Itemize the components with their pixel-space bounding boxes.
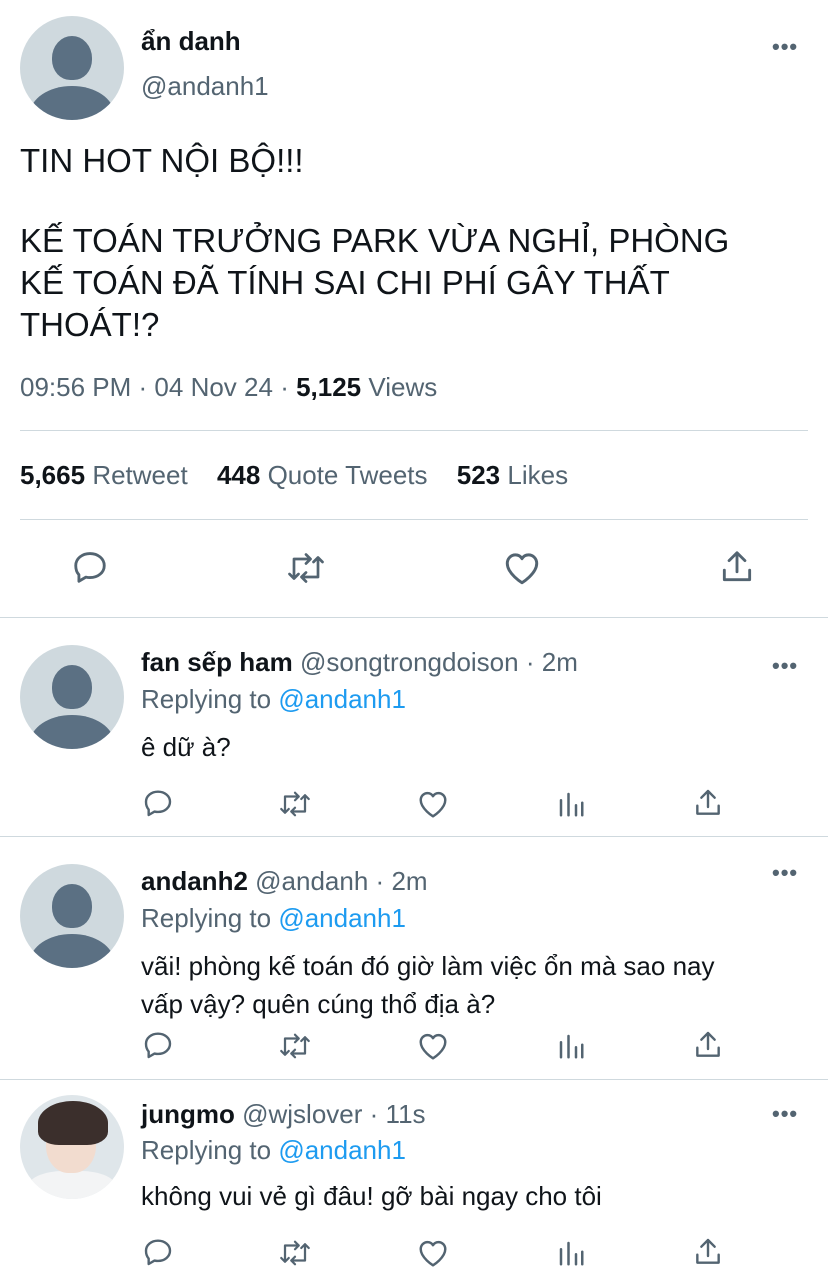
- user-handle[interactable]: @andanh: [255, 866, 368, 896]
- reply-icon[interactable]: [142, 787, 174, 819]
- retweet-icon[interactable]: [277, 1238, 313, 1268]
- tweet-date[interactable]: 04 Nov 24: [154, 372, 273, 402]
- mention-link[interactable]: @andanh1: [278, 684, 406, 714]
- tweet-text-line: TIN HOT NỘI BỘ!!!: [20, 142, 304, 179]
- more-icon[interactable]: •••: [772, 860, 798, 886]
- tweet-text-line: THOÁT!?: [20, 306, 160, 343]
- user-handle[interactable]: @wjslover: [242, 1099, 362, 1129]
- reply-text: vãi! phòng kế toán đó giờ làm việc ổn mà…: [141, 951, 715, 1019]
- reply-tweet[interactable]: jungmo @wjslover · 11s ••• Replying to @…: [0, 1079, 828, 1283]
- user-handle[interactable]: @songtrongdoison: [300, 647, 519, 677]
- reply-icon[interactable]: [71, 548, 109, 586]
- reply-tweet[interactable]: fan sếp ham @songtrongdoison · 2m ••• Re…: [0, 617, 828, 836]
- reply-time[interactable]: 11s: [386, 1099, 426, 1129]
- likes-stat[interactable]: 523 Likes: [457, 460, 568, 490]
- views-count: 5,125: [296, 372, 362, 402]
- divider: [20, 430, 808, 431]
- retweet-icon[interactable]: [285, 550, 327, 586]
- avatar[interactable]: [20, 16, 124, 120]
- share-icon[interactable]: [718, 548, 756, 586]
- display-name[interactable]: andanh2: [141, 866, 248, 896]
- main-tweet: ẩn danh @andanh1 ••• TIN HOT NỘI BỘ!!! K…: [0, 0, 828, 617]
- retweet-stat[interactable]: 5,665 Retweet: [20, 460, 188, 490]
- share-icon[interactable]: [692, 1029, 724, 1061]
- more-icon[interactable]: •••: [772, 1101, 798, 1127]
- analytics-icon[interactable]: [556, 789, 586, 819]
- reply-icon[interactable]: [142, 1236, 174, 1268]
- user-handle[interactable]: @andanh1: [141, 71, 269, 102]
- replying-to: Replying to @andanh1: [141, 903, 406, 933]
- tweet-meta: 09:56 PM · 04 Nov 24 · 5,125 Views: [20, 372, 438, 402]
- replying-to: Replying to @andanh1: [141, 684, 406, 714]
- mention-link[interactable]: @andanh1: [278, 903, 406, 933]
- more-icon[interactable]: •••: [772, 34, 798, 60]
- display-name[interactable]: ẩn danh: [141, 26, 241, 57]
- divider: [20, 519, 808, 520]
- reply-header: andanh2 @andanh · 2m: [141, 866, 428, 896]
- reply-text: ê dữ à?: [141, 732, 231, 762]
- heart-icon[interactable]: [502, 550, 542, 586]
- heart-icon[interactable]: [416, 789, 450, 819]
- reply-tweet[interactable]: andanh2 @andanh · 2m ••• Replying to @an…: [0, 836, 828, 1079]
- display-name[interactable]: fan sếp ham: [141, 647, 293, 677]
- tweet-text-line: KẾ TOÁN TRƯỞNG PARK VỪA NGHỈ, PHÒNG: [20, 222, 730, 259]
- retweet-icon[interactable]: [277, 789, 313, 819]
- reply-icon[interactable]: [142, 1029, 174, 1061]
- reply-text: không vui vẻ gì đâu! gỡ bài ngay cho tôi: [141, 1181, 602, 1211]
- analytics-icon[interactable]: [556, 1238, 586, 1268]
- quote-stat[interactable]: 448 Quote Tweets: [217, 460, 428, 490]
- analytics-icon[interactable]: [556, 1031, 586, 1061]
- mention-link[interactable]: @andanh1: [278, 1135, 406, 1165]
- display-name[interactable]: jungmo: [141, 1099, 235, 1129]
- tweet-time[interactable]: 09:56 PM: [20, 372, 131, 402]
- retweet-icon[interactable]: [277, 1031, 313, 1061]
- heart-icon[interactable]: [416, 1031, 450, 1061]
- share-icon[interactable]: [692, 787, 724, 819]
- avatar[interactable]: [20, 645, 124, 749]
- heart-icon[interactable]: [416, 1238, 450, 1268]
- tweet-stats: 5,665 Retweet 448 Quote Tweets 523 Likes: [20, 460, 590, 491]
- reply-header: jungmo @wjslover · 11s: [141, 1099, 426, 1129]
- replying-to: Replying to @andanh1: [141, 1135, 406, 1165]
- avatar[interactable]: [20, 864, 124, 968]
- share-icon[interactable]: [692, 1236, 724, 1268]
- reply-time[interactable]: 2m: [542, 647, 578, 677]
- tweet-text-line: KẾ TOÁN ĐÃ TÍNH SAI CHI PHÍ GÂY THẤT: [20, 264, 670, 301]
- more-icon[interactable]: •••: [772, 653, 798, 679]
- reply-header: fan sếp ham @songtrongdoison · 2m: [141, 647, 578, 677]
- reply-time[interactable]: 2m: [391, 866, 427, 896]
- avatar[interactable]: [20, 1095, 124, 1199]
- views-label: Views: [368, 372, 438, 402]
